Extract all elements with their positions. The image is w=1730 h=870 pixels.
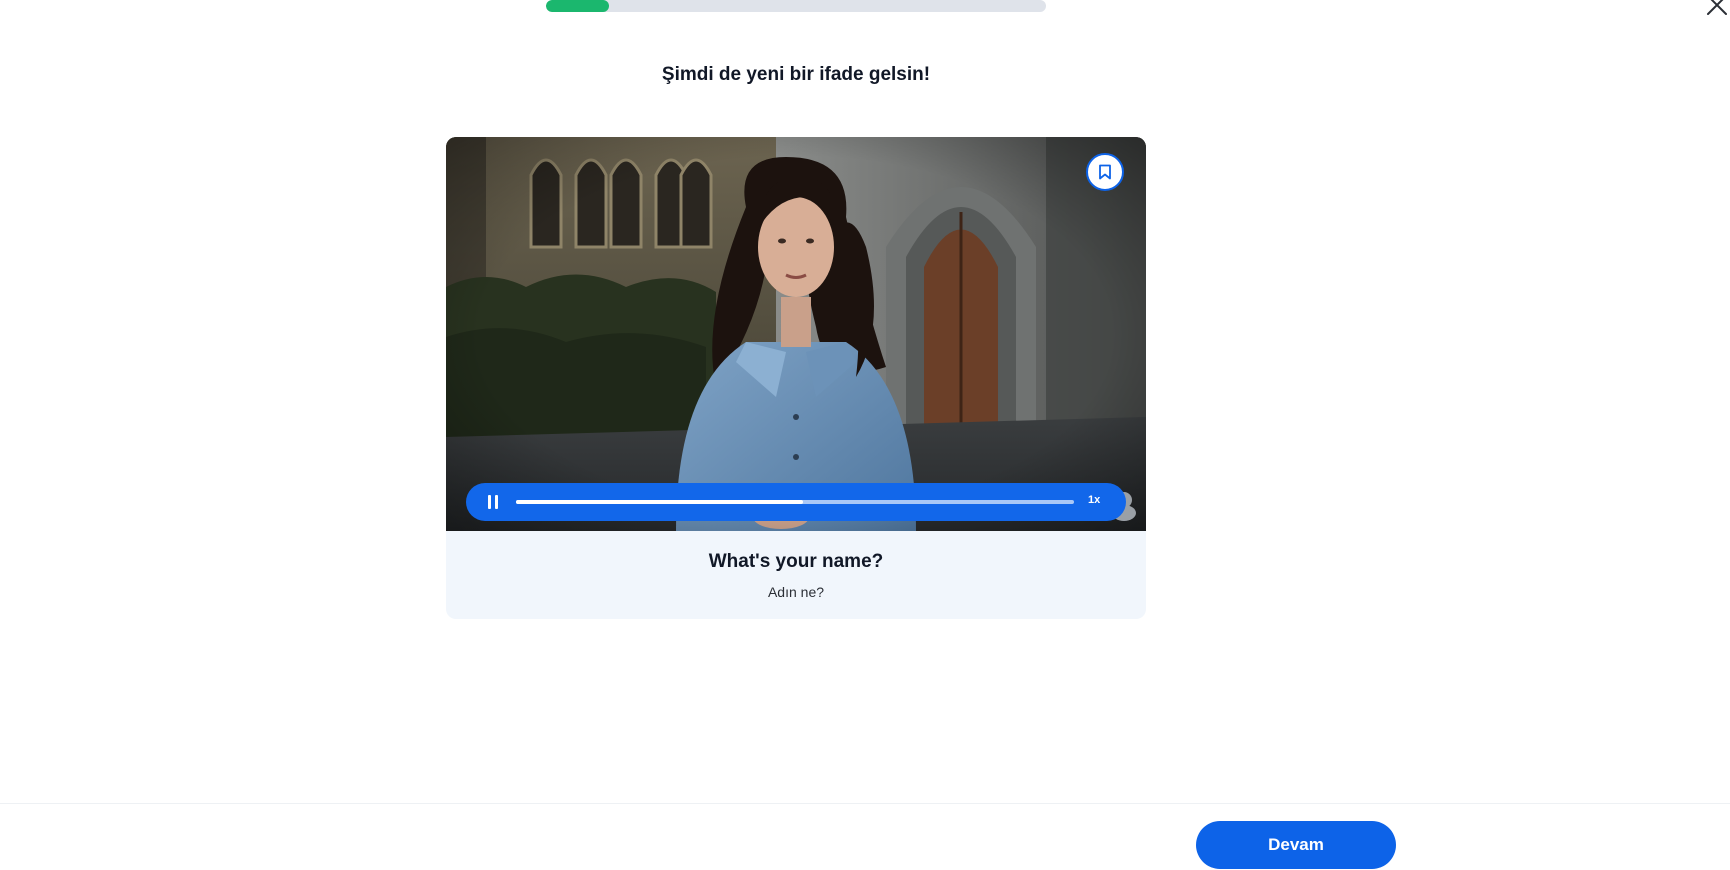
continue-button[interactable]: Devam (1196, 821, 1396, 869)
footer (0, 803, 1730, 870)
close-icon (1707, 0, 1727, 15)
video-frame (446, 137, 1146, 531)
close-button[interactable] (1703, 0, 1727, 18)
pause-button[interactable] (484, 493, 502, 511)
seek-bar[interactable] (516, 500, 1074, 504)
video-player[interactable]: 1x (446, 137, 1146, 531)
lesson-page: Şimdi de yeni bir ifade gelsin! 1x What'… (0, 0, 1730, 870)
page-title: Şimdi de yeni bir ifade gelsin! (661, 64, 931, 85)
phrase-translation: Adın ne? (767, 584, 825, 600)
pause-icon (488, 495, 491, 509)
bookmark-icon (1099, 164, 1111, 180)
playback-speed-button[interactable]: 1x (1088, 494, 1100, 506)
video-controls[interactable]: 1x (466, 483, 1126, 521)
lesson-progress-fill (546, 0, 609, 12)
pause-icon (495, 495, 498, 509)
seek-bar-progress (516, 500, 804, 504)
phrase-card: 1x What's your name? Adın ne? (446, 137, 1146, 619)
lesson-progress-bar (546, 0, 1046, 12)
bookmark-button[interactable] (1086, 153, 1124, 191)
phrase-text: What's your name? (708, 551, 884, 572)
